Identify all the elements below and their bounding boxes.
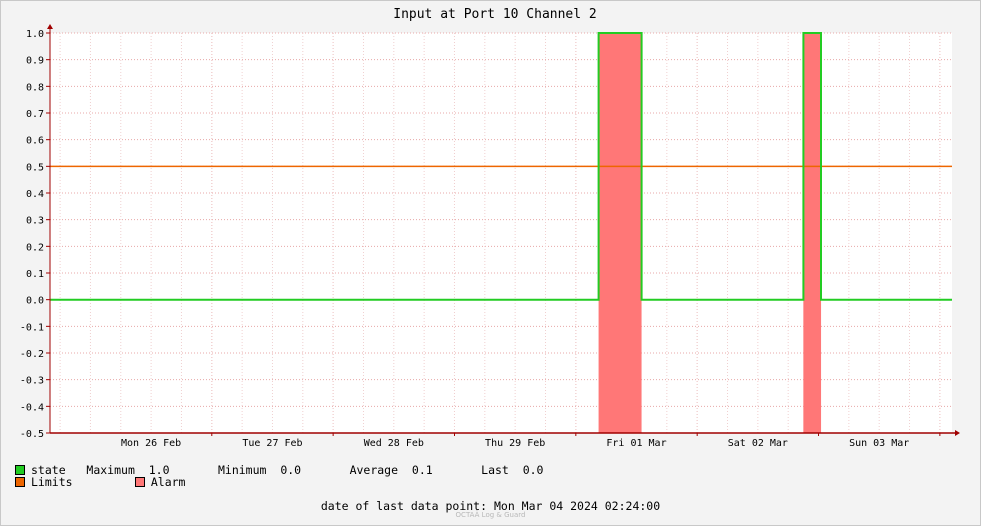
x-tick-labels: Mon 26 Feb Tue 27 Feb Wed 28 Feb Thu 29 Feb… xyxy=(121,438,909,449)
state-swatch xyxy=(15,465,25,475)
y-tick-label: 0.9 xyxy=(26,56,44,67)
y-tick-label: 0.0 xyxy=(26,296,44,307)
y-tick-label: 0.8 xyxy=(26,82,44,93)
x-tick-label: Tue 27 Feb xyxy=(242,438,302,449)
y-tick-label: -0.1 xyxy=(20,322,44,333)
y-tick-label: -0.5 xyxy=(20,429,44,440)
y-axis-arrow xyxy=(47,24,53,29)
chart-title: Input at Port 10 Channel 2 xyxy=(393,7,597,22)
alarm-area xyxy=(598,33,642,433)
legend-minimum-label: Minimum xyxy=(217,463,267,477)
legend-last-value: 0.0 xyxy=(522,463,544,477)
limits-swatch xyxy=(15,477,25,487)
x-tick-label: Fri 01 Mar xyxy=(606,438,666,449)
x-tick-label: Sun 03 Mar xyxy=(849,438,909,449)
x-tick-label: Wed 28 Feb xyxy=(364,438,424,449)
y-tick-label: -0.2 xyxy=(20,349,44,360)
legend-minimum-value: 0.0 xyxy=(280,463,302,477)
alarm-area xyxy=(803,33,822,433)
legend-average-label: Average xyxy=(349,463,399,477)
legend-average-value: 0.1 xyxy=(411,463,433,477)
y-tick-label: -0.4 xyxy=(20,402,44,413)
x-tick-label: Thu 29 Feb xyxy=(485,438,545,449)
y-tick-label: -0.3 xyxy=(20,376,44,387)
legend-row-limits: Limits Alarm xyxy=(15,475,185,489)
x-axis-arrow xyxy=(955,430,960,436)
x-tick-label: Mon 26 Feb xyxy=(121,438,181,449)
x-tick-label: Sat 02 Mar xyxy=(728,438,788,449)
y-tick-label: 0.4 xyxy=(26,189,44,200)
legend-alarm-label: Alarm xyxy=(150,475,186,489)
y-tick-label: 1.0 xyxy=(26,29,44,40)
y-tick-label: 0.5 xyxy=(26,162,44,173)
y-tick-labels: 1.0 0.9 0.8 0.7 0.6 0.5 0.4 0.3 0.2 0.1 0.0 -0.1 -0.… xyxy=(20,29,44,440)
legend-last-label: Last xyxy=(481,463,509,477)
chart: Input at Port 10 Channel 2 1.0 0.9 0.8 0.7 0… xyxy=(20,7,960,449)
y-tick-label: 0.1 xyxy=(26,269,44,280)
y-tick-label: 0.3 xyxy=(26,216,44,227)
y-tick-label: 0.6 xyxy=(26,136,44,147)
y-tick-label: 0.7 xyxy=(26,109,44,120)
legend-limits-label: Limits xyxy=(31,475,73,489)
alarm-swatch xyxy=(134,477,145,487)
watermark: OCTAÄ Log & Guard xyxy=(455,511,526,519)
y-tick-label: 0.2 xyxy=(26,242,44,253)
